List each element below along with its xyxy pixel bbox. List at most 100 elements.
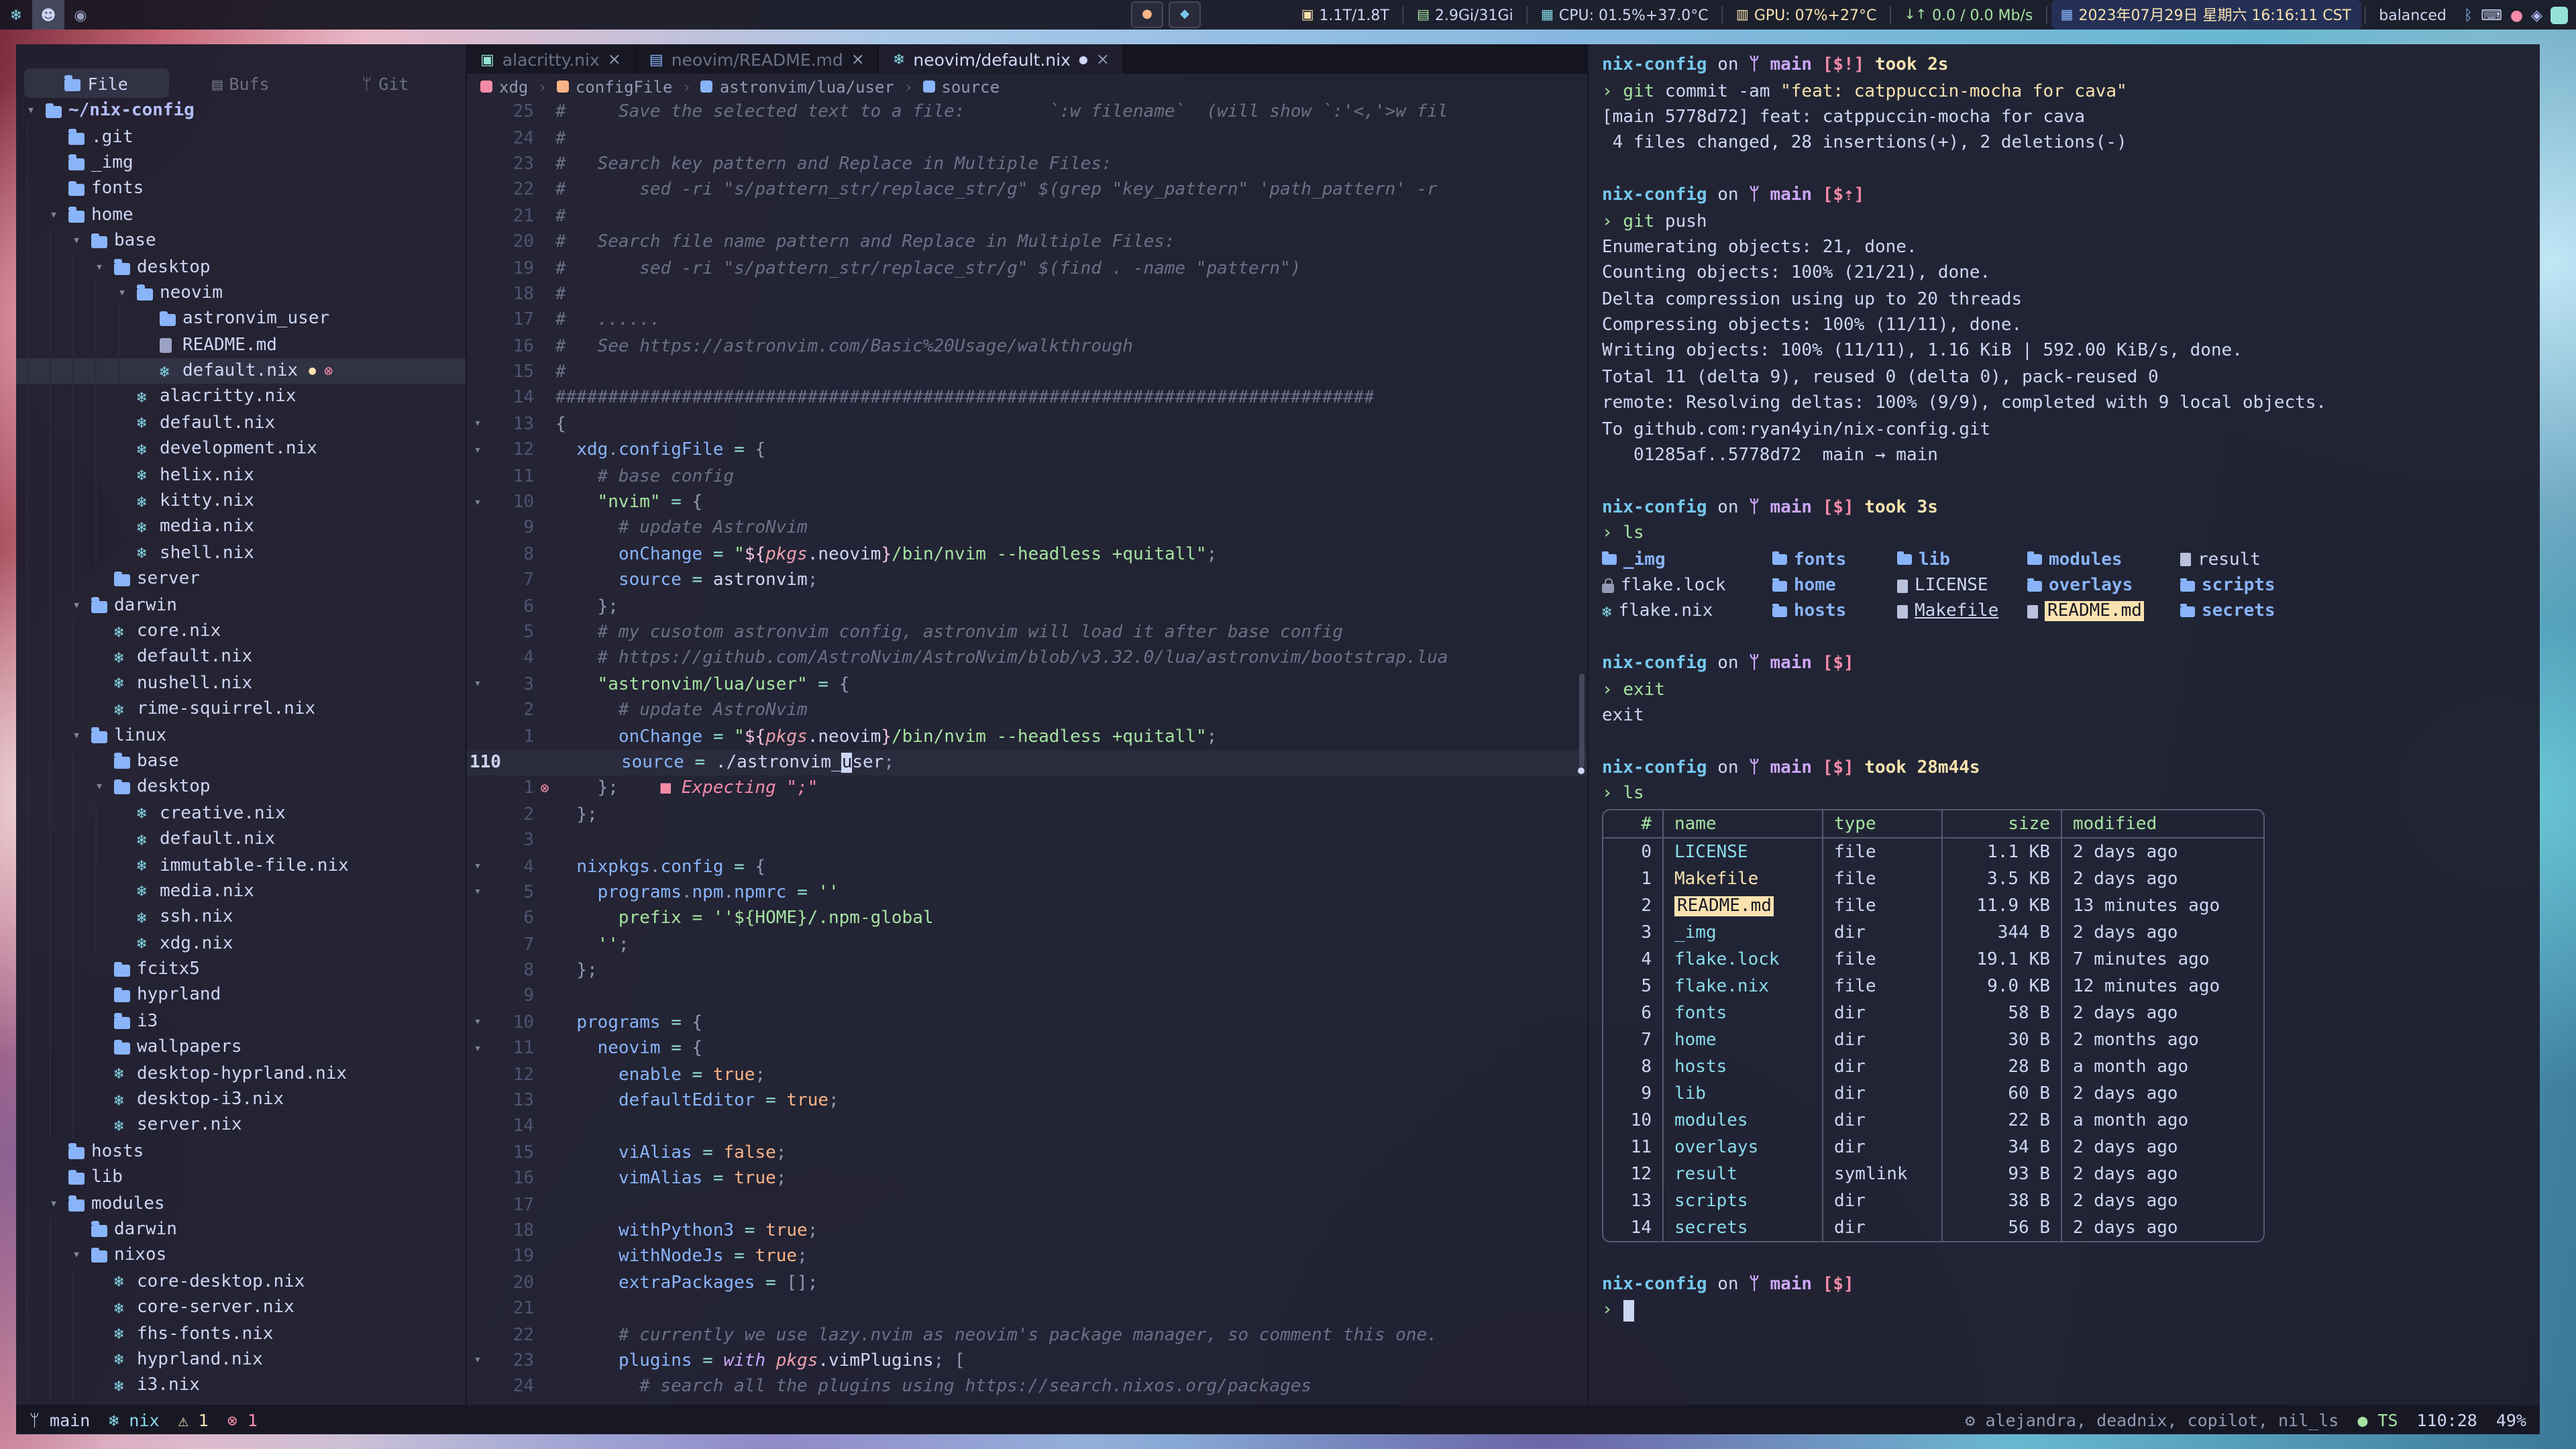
code-line[interactable]: 16 # See https://astronvim.com/Basic%20U…	[467, 333, 1587, 360]
fold-chevron-icon[interactable]: ▾	[467, 444, 488, 458]
chevron-down-icon[interactable]: ▾	[72, 728, 91, 743]
code-line[interactable]: 1⊗ }; ■ Expecting ";"	[467, 775, 1587, 802]
code-line[interactable]: 22 # currently we use lazy.nvim as neovi…	[467, 1322, 1587, 1348]
code-line[interactable]: ▾3 "astronvim/lua/user" = {	[467, 672, 1587, 698]
tree-item-desktop-i3.nix[interactable]: ❄desktop-i3.nix	[16, 1087, 466, 1113]
tree-item-core.nix[interactable]: ❄core.nix	[16, 619, 466, 645]
code-line[interactable]: ▾10 programs = {	[467, 1010, 1587, 1036]
code-line[interactable]: 110 source = ./astronvim_user;	[467, 750, 1587, 776]
code-line[interactable]: 8 onChange = "${pkgs.neovim}/bin/nvim --…	[467, 541, 1587, 568]
tray-app-icon[interactable]	[2551, 6, 2568, 23]
tree-item-desktop[interactable]: ▾desktop	[16, 254, 466, 280]
tab-bufs[interactable]: ▤ Bufs	[168, 68, 313, 98]
tree-item-base[interactable]: base	[16, 749, 466, 775]
network-speed[interactable]: ↓↑0.0 / 0.0 Mb/s	[1895, 0, 2043, 30]
code-line[interactable]: 7 source = astronvim;	[467, 568, 1587, 594]
tree-item-darwin[interactable]: ▾darwin	[16, 592, 466, 619]
fold-chevron-icon[interactable]: ▾	[467, 886, 488, 900]
tree-item-hyprland.nix[interactable]: ❄hyprland.nix	[16, 1347, 466, 1373]
tree-item-home[interactable]: ▾home	[16, 202, 466, 228]
code-line[interactable]: ▾4 nixpkgs.config = {	[467, 854, 1587, 880]
disk-usage[interactable]: ▣1.1T/1.8T	[1292, 0, 1399, 30]
code-line[interactable]: 24 #	[467, 125, 1587, 152]
code-line[interactable]: 21	[467, 1296, 1587, 1322]
tree-item-nixos[interactable]: ▾nixos	[16, 1242, 466, 1269]
code-line[interactable]: ▾23 plugins = with pkgs.vimPlugins; [	[467, 1348, 1587, 1375]
clock[interactable]: ▦2023年07月29日 星期六 16:16:11 CST	[2051, 0, 2361, 30]
code-line[interactable]: 19 # sed -ri "s/pattern_str/replace_str/…	[467, 256, 1587, 282]
tree-item-hosts[interactable]: hosts	[16, 1138, 466, 1165]
fold-chevron-icon[interactable]: ▾	[467, 860, 488, 873]
code-line[interactable]: 2 # update AstroNvim	[467, 698, 1587, 724]
tree-item-creative.nix[interactable]: ❄creative.nix	[16, 800, 466, 826]
code-line[interactable]: 25 # Save the selected text to a file: `…	[467, 99, 1587, 125]
tree-item-_img[interactable]: _img	[16, 150, 466, 176]
diagnostic-warning[interactable]: ⚠ 1	[178, 1409, 209, 1430]
memory-usage[interactable]: ▤2.9Gi/31Gi	[1407, 0, 1523, 30]
tree-item-fonts[interactable]: fonts	[16, 176, 466, 202]
code-line[interactable]: 12 enable = true;	[467, 1062, 1587, 1088]
breadcrumb-item-source[interactable]: source	[922, 77, 1000, 96]
code-line[interactable]: 2 };	[467, 802, 1587, 828]
code-line[interactable]: 9	[467, 984, 1587, 1010]
tree-item-kitty.nix[interactable]: ❄kitty.nix	[16, 488, 466, 515]
tree-item-modules[interactable]: ▾modules	[16, 1191, 466, 1217]
tree-item-nushell.nix[interactable]: ❄nushell.nix	[16, 670, 466, 696]
tree-item-ssh.nix[interactable]: ❄ssh.nix	[16, 904, 466, 930]
taskbar-icon-1[interactable]: ●	[1131, 1, 1163, 28]
code-line[interactable]: 7 '';	[467, 932, 1587, 958]
code-line[interactable]: 20 extraPackages = [];	[467, 1270, 1587, 1296]
code-line[interactable]: ▾12 xdg.configFile = {	[467, 437, 1587, 464]
tree-item-lib[interactable]: lib	[16, 1165, 466, 1191]
tree-item-~/nix-config[interactable]: ▾~/nix-config	[16, 98, 466, 124]
tree-item-hyprland[interactable]: hyprland	[16, 983, 466, 1009]
diagnostic-error[interactable]: ⊗ 1	[227, 1409, 258, 1430]
close-icon[interactable]: ×	[1096, 50, 1110, 68]
code-line[interactable]: 21 #	[467, 203, 1587, 229]
tree-item-wallpapers[interactable]: wallpapers	[16, 1034, 466, 1061]
code-line[interactable]: 24 # search all the plugins using https:…	[467, 1374, 1587, 1400]
tree-item-desktop-hyprland.nix[interactable]: ❄desktop-hyprland.nix	[16, 1061, 466, 1087]
tree-item-base[interactable]: ▾base	[16, 228, 466, 254]
tree-item-immutable-file.nix[interactable]: ❄immutable-file.nix	[16, 853, 466, 879]
code-line[interactable]: 16 vimAlias = true;	[467, 1166, 1587, 1192]
fold-chevron-icon[interactable]: ▾	[467, 1042, 488, 1056]
code-line[interactable]: 6 };	[467, 594, 1587, 620]
code-line[interactable]: ▾5 programs.npm.npmrc = ''	[467, 879, 1587, 906]
breadcrumb-item-astronvim-lua-user[interactable]: astronvim/lua/user	[701, 77, 894, 96]
fold-chevron-icon[interactable]: ▾	[467, 1016, 488, 1030]
tree-item-astronvim_user[interactable]: astronvim_user	[16, 306, 466, 332]
code-line[interactable]: 15 viAlias = false;	[467, 1140, 1587, 1166]
tree-item-default.nix[interactable]: ❄default.nix●⊗	[16, 358, 466, 384]
fold-chevron-icon[interactable]: ▾	[467, 678, 488, 692]
tab-file[interactable]: File	[24, 68, 168, 98]
code-line[interactable]: 3	[467, 828, 1587, 854]
code-buffer[interactable]: 25 # Save the selected text to a file: `…	[467, 99, 1587, 1405]
tree-item-default.nix[interactable]: ❄default.nix	[16, 826, 466, 853]
chevron-down-icon[interactable]: ▾	[72, 233, 91, 248]
tree-item-fhs-fonts.nix[interactable]: ❄fhs-fonts.nix	[16, 1321, 466, 1347]
tree-item-neovim[interactable]: ▾neovim	[16, 280, 466, 306]
fold-chevron-icon[interactable]: ▾	[467, 418, 488, 431]
code-line[interactable]: 13 defaultEditor = true;	[467, 1088, 1587, 1114]
tree-item-alacritty.nix[interactable]: ❄alacritty.nix	[16, 384, 466, 411]
chevron-down-icon[interactable]: ▾	[118, 286, 137, 301]
notification-icon[interactable]: ◈	[2531, 6, 2542, 23]
chevron-down-icon[interactable]: ▾	[95, 260, 114, 274]
tree-item-linux[interactable]: ▾linux	[16, 722, 466, 749]
power-profile[interactable]: balanced	[2369, 0, 2456, 30]
code-line[interactable]: 8 };	[467, 958, 1587, 984]
fold-chevron-icon[interactable]: ▾	[467, 1354, 488, 1368]
tree-item-development.nix[interactable]: ❄development.nix	[16, 436, 466, 462]
code-line[interactable]: 15 #	[467, 360, 1587, 386]
tree-item-darwin[interactable]: darwin	[16, 1217, 466, 1243]
chevron-down-icon[interactable]: ▾	[27, 103, 46, 118]
tree-item-fcitx5[interactable]: fcitx5	[16, 957, 466, 983]
tab-alacritty-nix[interactable]: ▣ alacritty.nix ×	[467, 44, 636, 74]
chevron-down-icon[interactable]: ▾	[50, 1196, 68, 1211]
tree-item-media.nix[interactable]: ❄media.nix	[16, 878, 466, 904]
terminal-pane[interactable]: nix-config on ᛘ main [$!] took 2s› git c…	[1589, 44, 2540, 1405]
git-branch[interactable]: ᛘ main	[30, 1409, 90, 1430]
tree-item-i3.nix[interactable]: ❄i3.nix	[16, 1373, 466, 1399]
taskbar-icon-2[interactable]: ◆	[1169, 1, 1201, 28]
